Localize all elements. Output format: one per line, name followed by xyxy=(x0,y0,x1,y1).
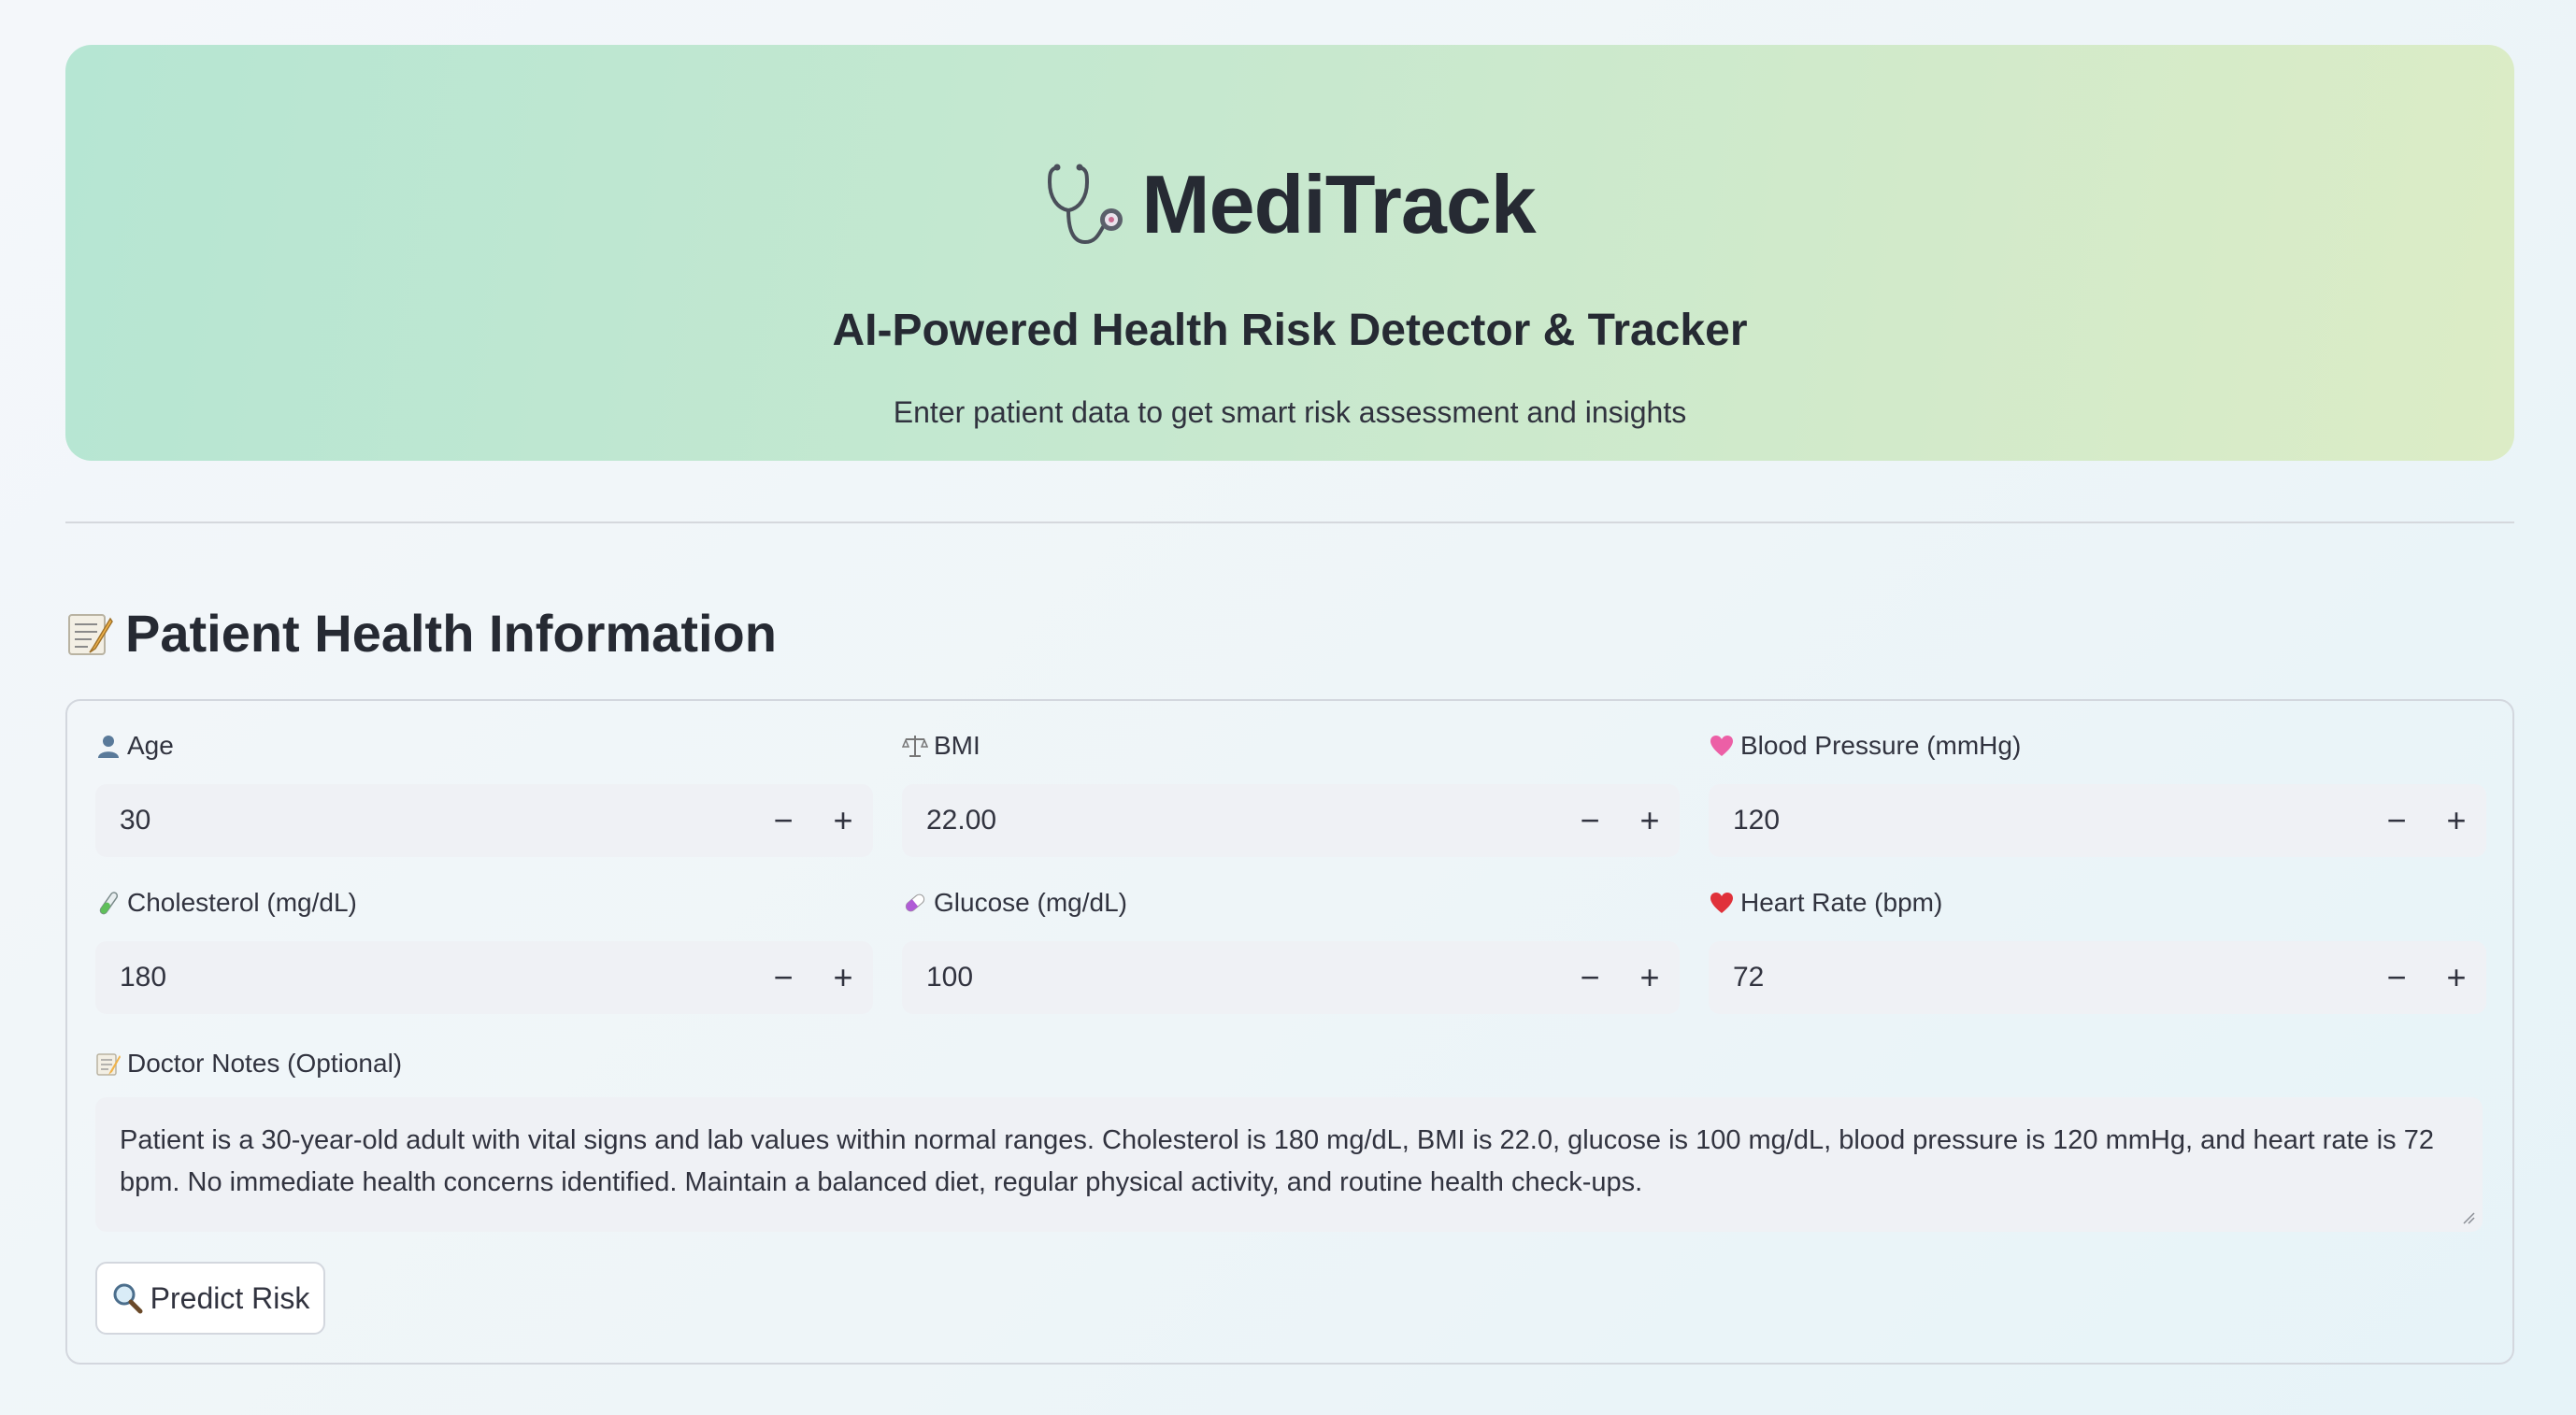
age-increment-button[interactable]: + xyxy=(813,784,873,857)
cholesterol-increment-button[interactable]: + xyxy=(813,941,873,1014)
blood-pressure-input[interactable]: 120 − + xyxy=(1709,784,2486,857)
glucose-value[interactable]: 100 xyxy=(902,962,1560,993)
bmi-decrement-button[interactable]: − xyxy=(1560,784,1620,857)
bmi-input[interactable]: 22.00 − + xyxy=(902,784,1680,857)
age-field: Age 30 − + xyxy=(95,727,873,857)
person-icon xyxy=(98,736,119,758)
blood-pressure-decrement-button[interactable]: − xyxy=(2367,784,2426,857)
bmi-label: BMI xyxy=(902,727,1680,765)
resize-handle-icon[interactable] xyxy=(2460,1209,2475,1224)
magnifier-icon xyxy=(113,1283,143,1314)
predict-risk-button[interactable]: Predict Risk xyxy=(95,1262,325,1335)
blood-pressure-field: Blood Pressure (mmHg) 120 − + xyxy=(1709,727,2486,857)
app-name: MediTrack xyxy=(1141,158,1536,250)
test-tube-icon xyxy=(99,892,119,915)
section-heading: Patient Health Information xyxy=(65,603,777,664)
heart-icon xyxy=(1710,736,1733,756)
glucose-field: Glucose (mg/dL) 100 − + xyxy=(902,884,1680,1014)
age-decrement-button[interactable]: − xyxy=(753,784,813,857)
pill-icon xyxy=(905,893,925,912)
section-title: Patient Health Information xyxy=(125,604,777,663)
glucose-increment-button[interactable]: + xyxy=(1620,941,1680,1014)
cholesterol-value[interactable]: 180 xyxy=(95,962,753,993)
age-value[interactable]: 30 xyxy=(95,805,753,836)
doctor-notes-text[interactable]: Patient is a 30-year-old adult with vita… xyxy=(120,1125,2434,1197)
heart-rate-input[interactable]: 72 − + xyxy=(1709,941,2486,1014)
doctor-notes-label: Doctor Notes (Optional) xyxy=(95,1045,402,1082)
blood-pressure-label: Blood Pressure (mmHg) xyxy=(1709,727,2486,765)
heart-rate-value[interactable]: 72 xyxy=(1709,962,2367,993)
bmi-value[interactable]: 22.00 xyxy=(902,805,1560,836)
app-title-row: MediTrack xyxy=(65,157,2514,252)
glucose-decrement-button[interactable]: − xyxy=(1560,941,1620,1014)
bmi-increment-button[interactable]: + xyxy=(1620,784,1680,857)
doctor-notes-textarea[interactable]: Patient is a 30-year-old adult with vita… xyxy=(95,1097,2483,1232)
memo-icon xyxy=(96,1053,121,1076)
age-label: Age xyxy=(95,727,873,765)
divider xyxy=(65,522,2514,523)
red-heart-icon xyxy=(1710,893,1733,913)
blood-pressure-increment-button[interactable]: + xyxy=(2426,784,2486,857)
scale-icon xyxy=(902,736,928,757)
cholesterol-field: Cholesterol (mg/dL) 180 − + xyxy=(95,884,873,1014)
heart-rate-increment-button[interactable]: + xyxy=(2426,941,2486,1014)
heart-rate-decrement-button[interactable]: − xyxy=(2367,941,2426,1014)
stethoscope-icon xyxy=(1048,164,1123,245)
heart-rate-label: Heart Rate (bpm) xyxy=(1709,884,2486,922)
blood-pressure-value[interactable]: 120 xyxy=(1709,805,2367,836)
cholesterol-label: Cholesterol (mg/dL) xyxy=(95,884,873,922)
glucose-label: Glucose (mg/dL) xyxy=(902,884,1680,922)
predict-risk-label: Predict Risk xyxy=(150,1280,310,1315)
bmi-field: BMI 22.00 − + xyxy=(902,727,1680,857)
heart-rate-field: Heart Rate (bpm) 72 − + xyxy=(1709,884,2486,1014)
patient-form: Age 30 − + BMI 22.00 − + Blood Pressure … xyxy=(65,699,2514,1365)
glucose-input[interactable]: 100 − + xyxy=(902,941,1680,1014)
app-subtitle: AI-Powered Health Risk Detector & Tracke… xyxy=(832,306,1748,355)
app-description: Enter patient data to get smart risk ass… xyxy=(893,395,1687,429)
memo-icon xyxy=(68,613,113,655)
cholesterol-decrement-button[interactable]: − xyxy=(753,941,813,1014)
cholesterol-input[interactable]: 180 − + xyxy=(95,941,873,1014)
hero-banner: MediTrack AI-Powered Health Risk Detecto… xyxy=(65,45,2514,461)
age-input[interactable]: 30 − + xyxy=(95,784,873,857)
